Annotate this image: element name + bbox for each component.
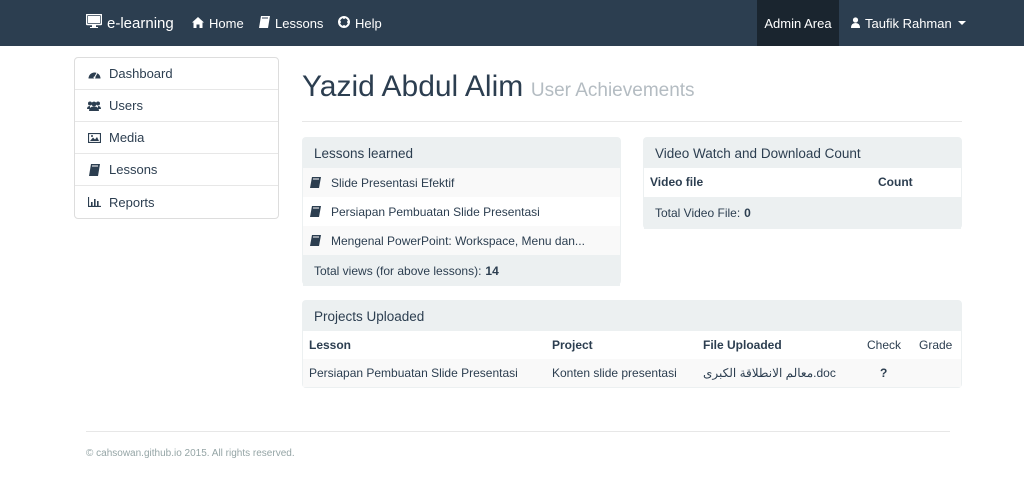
list-item[interactable]: Slide Presentasi Efektif	[303, 168, 620, 197]
brand-label: e-learning	[107, 14, 174, 32]
picture-icon	[87, 132, 101, 143]
table-header: Video file Count	[644, 168, 961, 197]
cell-project: Konten slide presentasi	[552, 366, 677, 380]
total-video-label: Total Video File:	[655, 206, 741, 220]
lessons-total: Total views (for above lessons): 14	[303, 255, 620, 286]
lifebuoy-icon	[338, 15, 350, 31]
lesson-title: Mengenal PowerPoint: Workspace, Menu dan…	[331, 233, 585, 248]
sidebar-item-lessons[interactable]: Lessons	[75, 154, 278, 186]
list-item[interactable]: Persiapan Pembuatan Slide Presentasi	[303, 197, 620, 226]
users-icon	[87, 101, 101, 111]
book-icon	[87, 163, 101, 176]
user-icon	[851, 16, 860, 31]
total-views-value: 14	[485, 263, 499, 278]
book-icon	[310, 235, 322, 246]
nav-help-label: Help	[355, 15, 382, 31]
book-icon	[310, 206, 322, 217]
nav-admin-label: Admin Area	[764, 15, 832, 31]
footer-divider	[86, 431, 950, 432]
column-header-grade: Grade	[919, 338, 953, 352]
page-header: Yazid Abdul Alim User Achievements	[302, 70, 962, 122]
cell-lesson: Persiapan Pembuatan Slide Presentasi	[309, 366, 518, 380]
sidebar-item-dashboard[interactable]: Dashboard	[75, 58, 278, 90]
book-icon	[310, 177, 322, 188]
column-header-file: File Uploaded	[703, 338, 782, 352]
cell-check-status[interactable]: ?	[880, 359, 887, 387]
lesson-title: Persiapan Pembuatan Slide Presentasi	[331, 204, 540, 219]
page-title: Yazid Abdul Alim	[302, 70, 524, 103]
column-header-check: Check	[867, 338, 902, 352]
sidebar-item-label: Users	[109, 98, 143, 113]
video-count-panel: Video Watch and Download Count Video fil…	[643, 137, 962, 229]
sidebar-item-label: Lessons	[109, 162, 158, 177]
dashboard-icon	[87, 69, 101, 79]
brand-link[interactable]: e-learning	[85, 0, 174, 46]
sidebar-item-reports[interactable]: Reports	[75, 186, 278, 218]
total-video-value: 0	[744, 206, 751, 220]
column-header-lesson: Lesson	[309, 338, 352, 352]
panel-heading: Projects Uploaded	[303, 301, 961, 331]
sidebar-item-label: Reports	[109, 194, 155, 210]
column-header-project: Project	[552, 338, 593, 352]
footer-copyright: © cahsowan.github.io 2015. All rights re…	[86, 448, 295, 459]
lesson-title: Slide Presentasi Efektif	[331, 175, 455, 190]
cell-file-link[interactable]: معالم الانطلاقة الكبرى.doc	[703, 359, 836, 387]
home-icon	[192, 16, 204, 31]
nav-lessons-link[interactable]: Lessons	[259, 0, 323, 46]
sidebar-item-label: Dashboard	[109, 66, 173, 81]
table-row: Persiapan Pembuatan Slide Presentasi Kon…	[303, 359, 961, 387]
total-views-label: Total views (for above lessons):	[314, 263, 482, 278]
nav-help-link[interactable]: Help	[338, 0, 382, 46]
nav-home-label: Home	[209, 15, 244, 31]
page-subtitle: User Achievements	[530, 80, 695, 101]
panel-heading: Lessons learned	[303, 138, 620, 168]
admin-sidebar: Dashboard Users Media Lessons Reports	[74, 57, 279, 219]
nav-home-link[interactable]: Home	[192, 0, 244, 46]
sidebar-item-media[interactable]: Media	[75, 122, 278, 154]
column-header-video-file: Video file	[650, 175, 704, 189]
video-total: Total Video File: 0	[644, 197, 961, 229]
table-header: Lesson Project File Uploaded Check Grade	[303, 331, 961, 359]
sidebar-item-label: Media	[109, 130, 145, 145]
sidebar-item-users[interactable]: Users	[75, 90, 278, 122]
user-name-label: Taufik Rahman	[865, 15, 952, 31]
book-icon	[259, 15, 270, 31]
projects-uploaded-panel: Projects Uploaded Lesson Project File Up…	[302, 300, 962, 388]
list-item[interactable]: Mengenal PowerPoint: Workspace, Menu dan…	[303, 226, 620, 255]
desktop-icon	[85, 13, 103, 32]
bar-chart-icon	[87, 197, 101, 207]
nav-admin-area-link[interactable]: Admin Area	[757, 0, 839, 46]
caret-down-icon	[957, 21, 966, 25]
panel-heading: Video Watch and Download Count	[644, 138, 961, 168]
user-menu-dropdown[interactable]: Taufik Rahman	[851, 0, 966, 46]
nav-lessons-label: Lessons	[275, 15, 324, 31]
column-header-count: Count	[878, 175, 913, 189]
lessons-learned-panel: Lessons learned Slide Presentasi Efektif…	[302, 137, 621, 286]
top-navbar: e-learning Home Lessons Help Admin Area …	[0, 0, 1024, 46]
